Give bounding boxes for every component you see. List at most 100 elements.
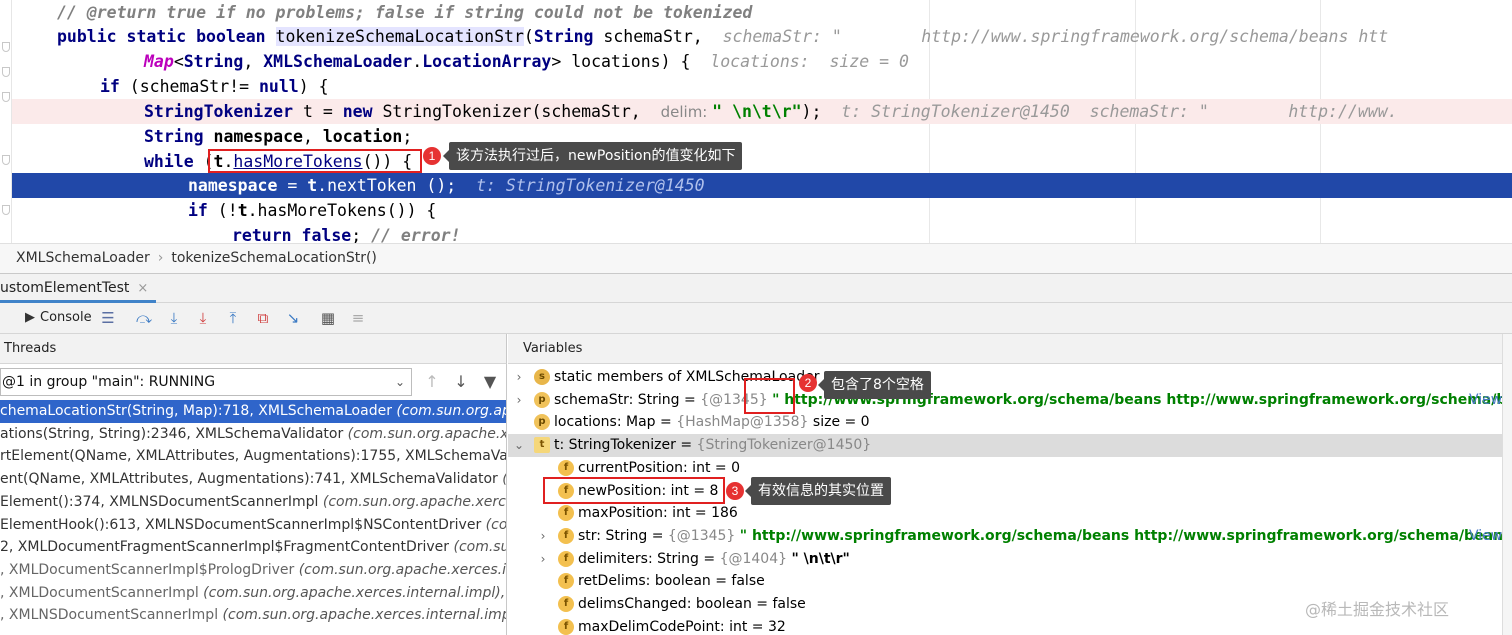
code-line-method-signature[interactable]: public static boolean tokenizeSchemaLoca… bbox=[12, 24, 1512, 49]
stack-frame[interactable]: 2, XMLDocumentFragmentScannerImpl$Fragme… bbox=[0, 536, 506, 559]
code-line-decl[interactable]: String namespace, location; bbox=[12, 124, 1512, 149]
step-over-icon[interactable]: ⤼ bbox=[134, 308, 154, 328]
chevron-right-icon[interactable]: › bbox=[512, 366, 526, 389]
variable-val: " \n\t\r" bbox=[791, 550, 850, 567]
console-tab[interactable]: Console bbox=[40, 307, 92, 329]
trace-icon[interactable]: ≡ bbox=[348, 308, 368, 328]
punct: . bbox=[412, 52, 423, 71]
chevron-right-icon[interactable]: › bbox=[512, 389, 526, 412]
variable-row[interactable]: › f delimiters: String = {@1404} " \n\t\r" bbox=[508, 548, 1502, 571]
code-line-params[interactable]: Map<String, XMLSchemaLoader.LocationArra… bbox=[12, 49, 1512, 74]
frame-location: , XMLNSDocumentScannerImpl bbox=[0, 607, 223, 624]
variable-text: maxDelimCodePoint: int = 32 bbox=[578, 616, 786, 635]
evaluate-icon[interactable]: ▦ bbox=[318, 308, 338, 328]
variable-ref: {@1404} bbox=[719, 550, 792, 567]
code: .hasMoreTokens()) { bbox=[247, 201, 437, 220]
variable-name: delimiters bbox=[578, 550, 648, 567]
fold-marker[interactable] bbox=[2, 67, 10, 77]
breadcrumb-item-class[interactable]: XMLSchemaLoader bbox=[16, 244, 150, 272]
threads-header: Threads bbox=[0, 334, 507, 364]
variable-text: delimsChanged: boolean = false bbox=[578, 593, 806, 616]
fold-marker[interactable] bbox=[2, 205, 10, 215]
variable: t bbox=[293, 102, 313, 121]
run-to-cursor-icon[interactable]: ↘ bbox=[283, 308, 303, 328]
vertical-scrollbar[interactable] bbox=[1502, 334, 1512, 635]
variable-ref: {StringTokenizer@1450} bbox=[696, 437, 872, 454]
method-name[interactable]: tokenizeSchemaLocationStr bbox=[275, 27, 524, 46]
variable-name: locations bbox=[554, 414, 617, 431]
fold-marker[interactable] bbox=[2, 92, 10, 102]
variable-type: : String = bbox=[647, 550, 720, 567]
debug-tab-bar: ustomElementTest × bbox=[0, 273, 1512, 303]
variable-row[interactable]: › p schemaStr: String = {@1345} " http://w… bbox=[508, 389, 1502, 412]
code-line-if[interactable]: if (schemaStr!= null) { bbox=[12, 74, 1512, 99]
variable: t bbox=[237, 201, 248, 220]
ide-window: // @return true if no problems; false if… bbox=[0, 0, 1512, 635]
drop-frame-icon[interactable]: ⧉ bbox=[253, 308, 273, 328]
tab-debug-session[interactable]: ustomElementTest × bbox=[0, 274, 157, 303]
stack-frame[interactable]: rtElement(QName, XMLAttributes, Augmenta… bbox=[0, 445, 506, 468]
menu-icon[interactable]: ☰ bbox=[98, 308, 118, 328]
variable-row[interactable]: › s static members of XMLSchemaLoader bbox=[508, 366, 1502, 389]
breadcrumb-item-method[interactable]: tokenizeSchemaLocationStr() bbox=[171, 244, 377, 272]
variable: t bbox=[307, 176, 318, 195]
variable-type: : int = 186 bbox=[663, 505, 738, 522]
code-line-comment[interactable]: // @return true if no problems; false if… bbox=[12, 0, 1512, 25]
chevron-down-icon[interactable]: ⌄ bbox=[512, 434, 526, 457]
param: schemaStr, bbox=[593, 27, 723, 46]
code-line-current-execution[interactable]: namespace = t.nextToken (); t: StringTok… bbox=[12, 173, 1512, 198]
code: (schemaStr!= bbox=[119, 77, 259, 96]
chevron-right-icon[interactable]: › bbox=[536, 525, 550, 548]
stack-frame[interactable]: ations(String, String):2346, XMLSchemaVa… bbox=[0, 423, 506, 446]
watermark: @稀土掘金技术社区 bbox=[1305, 600, 1450, 619]
fold-marker[interactable] bbox=[2, 155, 10, 165]
variable: namespace bbox=[203, 127, 303, 146]
variable-row[interactable]: › f str: String = {@1345} " http://www.spr… bbox=[508, 525, 1502, 548]
chevron-right-icon[interactable]: › bbox=[536, 548, 550, 571]
stack-frame[interactable]: , XMLDocumentScannerImpl$PrologDriver (c… bbox=[0, 559, 506, 582]
keyword: new bbox=[342, 102, 373, 121]
fold-marker[interactable] bbox=[2, 42, 10, 52]
variable-name: str bbox=[578, 527, 597, 544]
code-editor[interactable]: // @return true if no problems; false if… bbox=[0, 0, 1512, 243]
variable-name: currentPosition bbox=[578, 459, 684, 476]
frame-location: , XMLDocumentScannerImpl$PrologDriver bbox=[0, 561, 299, 578]
arrow-down-icon[interactable]: ↓ bbox=[451, 372, 471, 392]
variable-row[interactable]: f maxPosition: int = 186 bbox=[508, 502, 1502, 525]
variable-row[interactable]: f retDelims: boolean = false bbox=[508, 570, 1502, 593]
close-icon[interactable]: × bbox=[137, 281, 148, 296]
stack-frame[interactable]: , XMLDocumentScannerImpl (com.sun.org.ap… bbox=[0, 582, 506, 605]
stack-frame[interactable]: , XMLNSDocumentScannerImpl (com.sun.org.… bbox=[0, 604, 506, 627]
code-line-return[interactable]: return false; // error! bbox=[12, 223, 1512, 243]
arrow-up-icon[interactable]: ↑ bbox=[422, 372, 442, 392]
stack-frame[interactable]: ent(QName, XMLAttributes, Augmentations)… bbox=[0, 468, 506, 491]
step-into-icon[interactable]: ⤓ bbox=[164, 308, 184, 328]
variable-kind-icon: f bbox=[558, 573, 574, 590]
type-name: XMLSchemaLoader bbox=[263, 52, 413, 71]
comment: // @return true if no problems; false if… bbox=[57, 3, 753, 22]
step-out-icon[interactable]: ⤒ bbox=[223, 308, 243, 328]
force-step-into-icon[interactable]: ⤓ bbox=[193, 308, 213, 328]
keyword: return false bbox=[232, 226, 352, 243]
stack-frame[interactable]: Element():374, XMLNSDocumentScannerImpl … bbox=[0, 491, 506, 514]
variable-type: : boolean = false bbox=[645, 573, 765, 590]
inline-value-hint: schemaStr: " http://www.springframework.… bbox=[722, 27, 1389, 46]
type-name: String bbox=[183, 52, 244, 71]
frame-package: (com.sun.org.apache bbox=[396, 403, 506, 419]
variable-name: delimsChanged bbox=[578, 596, 687, 612]
thread-select[interactable]: @1 in group "main": RUNNING ⌄ bbox=[0, 368, 412, 396]
code-line-inner-if[interactable]: if (!t.hasMoreTokens()) { bbox=[12, 198, 1512, 223]
annotation-badge: 2 bbox=[799, 374, 817, 392]
annotation-tooltip: 该方法执行过后，newPosition的值变化如下 bbox=[442, 142, 743, 170]
variable-kind-icon: f bbox=[558, 459, 574, 476]
variable-row[interactable]: ⌄ t t: StringTokenizer = {StringTokenizer@… bbox=[508, 434, 1502, 457]
view-link[interactable]: View bbox=[1469, 389, 1502, 412]
filter-icon[interactable]: ▼ bbox=[480, 372, 500, 392]
variable-name: retDelims bbox=[578, 573, 646, 590]
stack-frame[interactable]: ElementHook():613, XMLNSDocumentScannerI… bbox=[0, 514, 506, 537]
variable-row[interactable]: p locations: Map = {HashMap@1358} size = … bbox=[508, 411, 1502, 434]
view-link[interactable]: View bbox=[1469, 525, 1502, 548]
code-line-breakpoint[interactable]: StringTokenizer t = new StringTokenizer(… bbox=[12, 99, 1512, 124]
frame-package: (com.sun.org.apache.xerces.intern bbox=[298, 561, 506, 578]
stack-frame[interactable]: chemaLocationStr(String, Map):718, XMLSc… bbox=[0, 400, 506, 423]
